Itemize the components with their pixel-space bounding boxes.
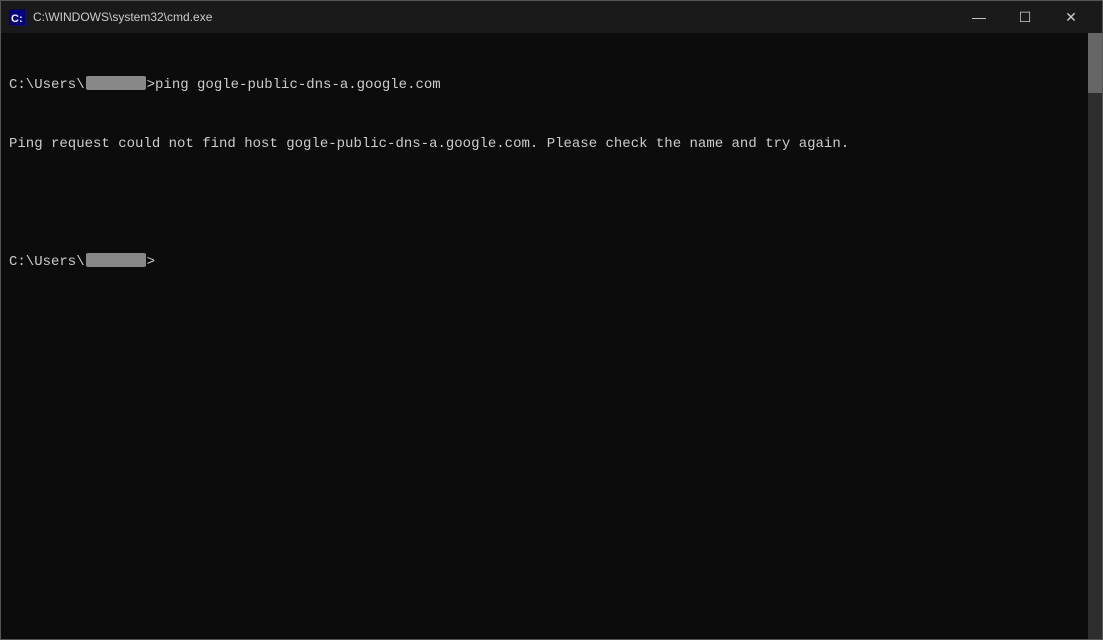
output-text: Ping request could not find host gogle-p… <box>9 135 849 155</box>
scrollbar[interactable] <box>1088 33 1102 639</box>
title-bar-left: C: C:\WINDOWS\system32\cmd.exe <box>9 9 212 25</box>
svg-text:C:: C: <box>11 13 23 25</box>
cmd-window: C: C:\WINDOWS\system32\cmd.exe — ☐ ✕ C:\… <box>0 0 1103 640</box>
window-title: C:\WINDOWS\system32\cmd.exe <box>33 10 212 24</box>
cmd-icon: C: <box>9 9 25 25</box>
blank-space <box>9 194 17 214</box>
username-1 <box>86 76 146 90</box>
prompt-prefix-2: C:\Users\ <box>9 253 85 273</box>
scrollbar-thumb[interactable] <box>1088 33 1102 93</box>
username-2 <box>86 253 146 267</box>
terminal-body[interactable]: C:\Users\ >ping gogle-public-dns-a.googl… <box>1 33 1102 639</box>
prompt-prefix-1: C:\Users\ <box>9 76 85 96</box>
title-bar: C: C:\WINDOWS\system32\cmd.exe — ☐ ✕ <box>1 1 1102 33</box>
window-controls: — ☐ ✕ <box>956 1 1094 33</box>
blank-line <box>9 194 1094 214</box>
close-button[interactable]: ✕ <box>1048 1 1094 33</box>
terminal-content: C:\Users\ >ping gogle-public-dns-a.googl… <box>9 37 1094 311</box>
minimize-button[interactable]: — <box>956 1 1002 33</box>
prompt-suffix: > <box>147 253 155 273</box>
prompt-line: C:\Users\ > <box>9 253 1094 273</box>
command-text: >ping gogle-public-dns-a.google.com <box>147 76 441 96</box>
command-line: C:\Users\ >ping gogle-public-dns-a.googl… <box>9 76 1094 96</box>
output-line: Ping request could not find host gogle-p… <box>9 135 1094 155</box>
maximize-button[interactable]: ☐ <box>1002 1 1048 33</box>
